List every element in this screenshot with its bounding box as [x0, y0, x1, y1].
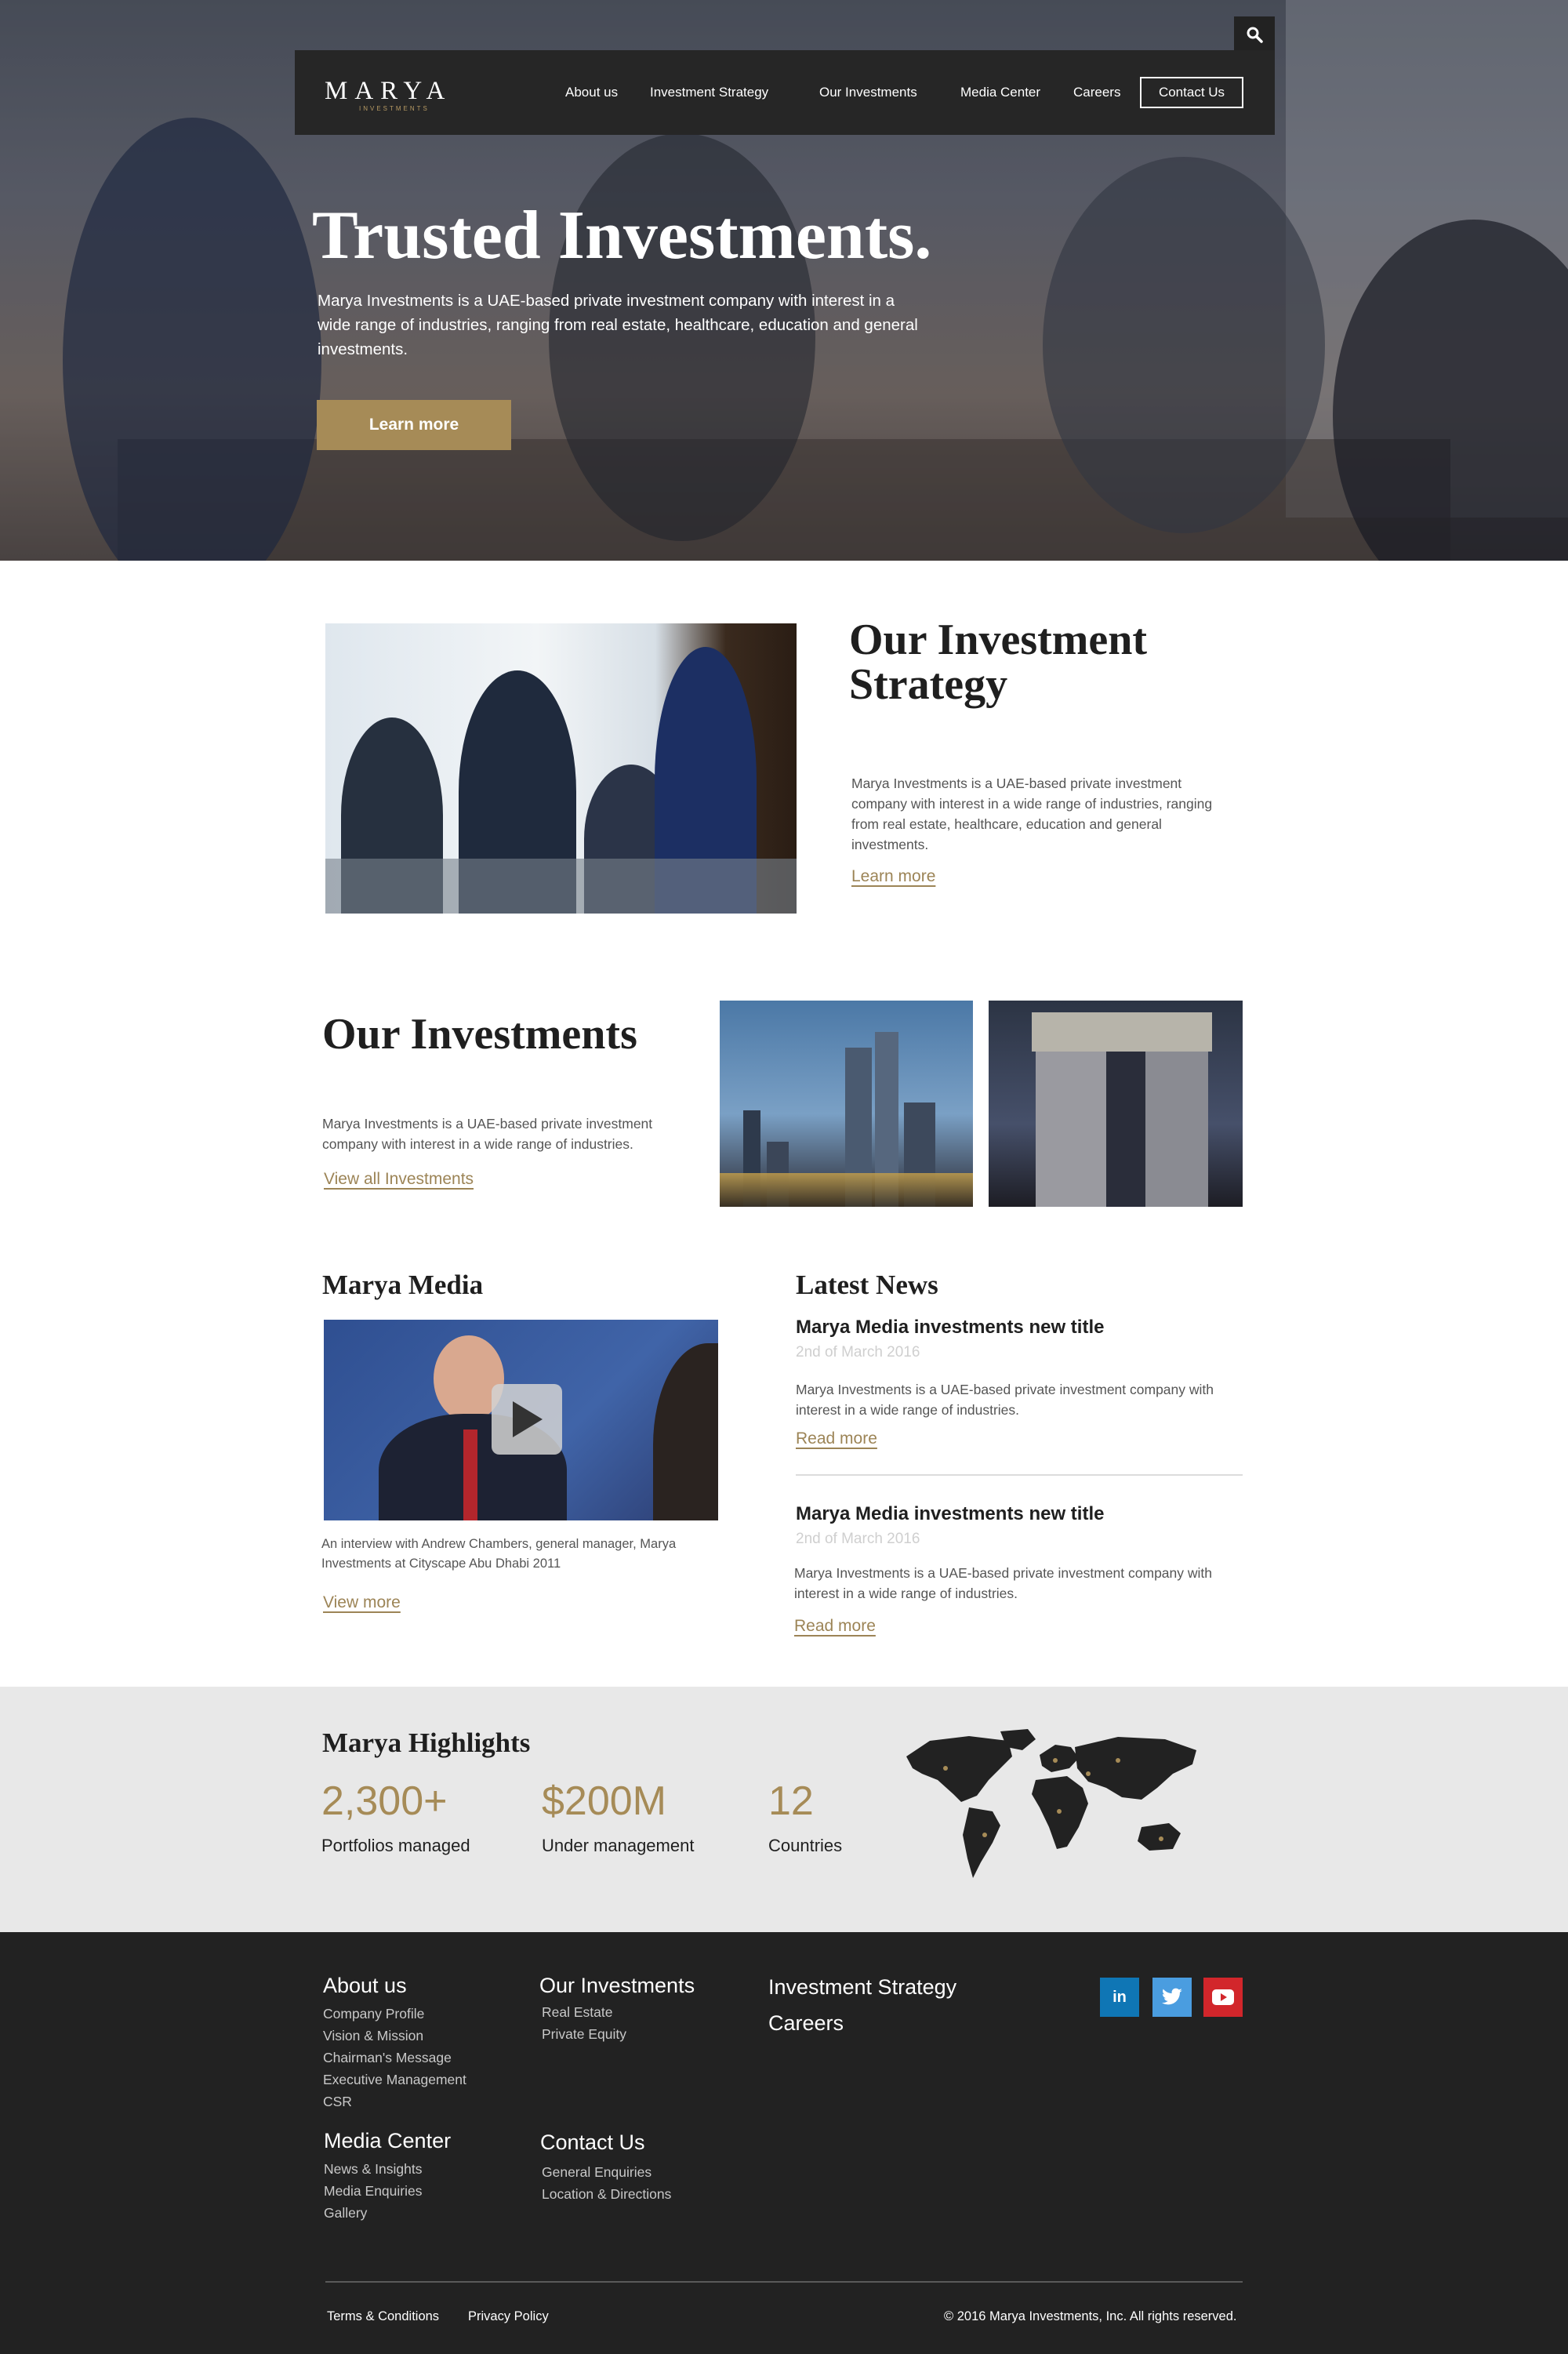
news-item-date: 2nd of March 2016	[796, 1344, 920, 1360]
map-office-dot	[982, 1833, 987, 1837]
stat-value: 2,300+	[321, 1778, 448, 1824]
gate-top	[1032, 1012, 1212, 1052]
gate-right-pillar	[1145, 1032, 1208, 1207]
investments-description: Marya Investments is a UAE-based private…	[322, 1116, 653, 1152]
footer-link[interactable]: Executive Management	[323, 2069, 466, 2091]
marya-logo[interactable]: MARYA INVESTMENTS	[325, 77, 466, 116]
stat-value: $200M	[542, 1778, 666, 1824]
footer-about-heading[interactable]: About us	[323, 1972, 407, 1999]
footer-divider	[325, 2281, 1243, 2283]
gate-left-pillar	[1036, 1032, 1106, 1207]
investment-image-skyline[interactable]	[720, 1001, 973, 1207]
nav-about-us[interactable]: About us	[565, 83, 618, 102]
footer-link[interactable]: Location & Directions	[542, 2183, 671, 2205]
youtube-icon	[1212, 1989, 1234, 2005]
nav-investment-strategy[interactable]: Investment Strategy	[650, 83, 768, 102]
footer-link[interactable]: CSR	[323, 2091, 466, 2112]
news-divider	[796, 1474, 1243, 1476]
strategy-description: Marya Investments is a UAE-based private…	[851, 776, 1213, 852]
footer-contact-heading[interactable]: Contact Us	[540, 2129, 645, 2156]
footer-link[interactable]: Media Enquiries	[324, 2180, 422, 2202]
twitter-icon	[1161, 1988, 1182, 2005]
footer-media-links: News & Insights Media Enquiries Gallery	[324, 2158, 422, 2224]
news-item-description: Marya Investments is a UAE-based private…	[796, 1382, 1214, 1418]
news-read-more-link[interactable]: Read more	[794, 1617, 876, 1636]
search-button[interactable]	[1234, 16, 1275, 53]
footer-link[interactable]: Gallery	[324, 2202, 422, 2224]
stat-label: Portfolios managed	[321, 1836, 470, 1855]
investment-image-gate-building[interactable]	[989, 1001, 1243, 1207]
footer-link[interactable]: Private Equity	[542, 2023, 626, 2045]
view-all-investments-link[interactable]: View all Investments	[324, 1170, 474, 1189]
footer-link[interactable]: Real Estate	[542, 2001, 626, 2023]
strategy-title: Our Investment Strategy	[849, 616, 1148, 709]
map-office-dot	[943, 1766, 948, 1771]
video-person-tie	[463, 1429, 477, 1520]
video-play-button[interactable]	[492, 1384, 562, 1455]
gate-opening	[1106, 1052, 1145, 1207]
news-item-description: Marya Investments is a UAE-based private…	[794, 1565, 1212, 1601]
news-item-headline[interactable]: Marya Media investments new title	[796, 1502, 1104, 1527]
footer-careers-heading[interactable]: Careers	[768, 2010, 844, 2036]
hero-description: Marya Investments is a UAE-based private…	[318, 292, 918, 358]
skyline-lights	[720, 1173, 973, 1207]
world-map-icon	[906, 1729, 1196, 1878]
hero-title: Trusted Investments.	[312, 198, 932, 274]
highlights-title: Marya Highlights	[322, 1727, 531, 1758]
twitter-button[interactable]	[1152, 1978, 1192, 2017]
footer-strategy-heading[interactable]: Investment Strategy	[768, 1974, 956, 2000]
terms-link[interactable]: Terms & Conditions	[327, 2308, 439, 2325]
footer-link[interactable]: Company Profile	[323, 2003, 466, 2025]
news-read-more-link[interactable]: Read more	[796, 1429, 877, 1448]
youtube-button[interactable]	[1203, 1978, 1243, 2017]
footer-link[interactable]: News & Insights	[324, 2158, 422, 2180]
footer-link[interactable]: Vision & Mission	[323, 2025, 466, 2047]
map-office-dot	[1116, 1758, 1120, 1763]
map-europe	[1040, 1745, 1079, 1772]
media-caption: An interview with Andrew Chambers, gener…	[321, 1537, 677, 1571]
map-office-dot	[1053, 1758, 1058, 1763]
stat-label: Countries	[768, 1836, 843, 1855]
footer-investments-heading[interactable]: Our Investments	[539, 1972, 695, 1999]
map-office-dot	[1057, 1809, 1062, 1814]
footer-contact-links: General Enquiries Location & Directions	[542, 2161, 671, 2205]
media-title: Marya Media	[322, 1270, 484, 1300]
news-item-headline[interactable]: Marya Media investments new title	[796, 1315, 1104, 1340]
search-icon	[1247, 27, 1263, 43]
footer-link[interactable]: General Enquiries	[542, 2161, 671, 2183]
map-south-america	[963, 1807, 1000, 1878]
map-asia	[1075, 1737, 1196, 1800]
stat-label: Under management	[542, 1836, 695, 1855]
strategy-meeting-image	[325, 623, 797, 914]
play-icon	[513, 1401, 543, 1437]
privacy-link[interactable]: Privacy Policy	[468, 2308, 549, 2325]
investments-title: Our Investments	[322, 1010, 637, 1059]
media-view-more-link[interactable]: View more	[323, 1593, 401, 1612]
nav-our-investments[interactable]: Our Investments	[819, 83, 917, 102]
map-north-america	[906, 1736, 1012, 1802]
nav-careers[interactable]: Careers	[1073, 83, 1120, 102]
logo-subtext: INVESTMENTS	[359, 105, 430, 112]
nav-media-center[interactable]: Media Center	[960, 83, 1040, 102]
map-australia	[1138, 1823, 1181, 1851]
news-item-date: 2nd of March 2016	[796, 1531, 920, 1547]
video-interviewer	[653, 1343, 718, 1520]
footer-investments-links: Real Estate Private Equity	[542, 2001, 626, 2045]
map-office-dot	[1159, 1836, 1163, 1841]
strategy-learn-more-link[interactable]: Learn more	[851, 867, 935, 886]
hero-learn-more-button[interactable]: Learn more	[317, 400, 511, 450]
footer-link[interactable]: Chairman's Message	[323, 2047, 466, 2069]
image-table	[325, 859, 797, 914]
linkedin-button[interactable]: in	[1100, 1978, 1139, 2017]
latest-news-title: Latest News	[796, 1270, 938, 1300]
copyright-text: © 2016 Marya Investments, Inc. All right…	[944, 2309, 1237, 2323]
footer-about-links: Company Profile Vision & Mission Chairma…	[323, 2003, 466, 2112]
linkedin-icon: in	[1112, 1988, 1127, 2006]
logo-text: MARYA	[325, 77, 452, 105]
footer-media-heading[interactable]: Media Center	[324, 2127, 451, 2154]
nav-contact-button[interactable]: Contact Us	[1140, 77, 1243, 108]
map-office-dot	[1086, 1771, 1091, 1776]
stat-value: 12	[768, 1778, 814, 1824]
